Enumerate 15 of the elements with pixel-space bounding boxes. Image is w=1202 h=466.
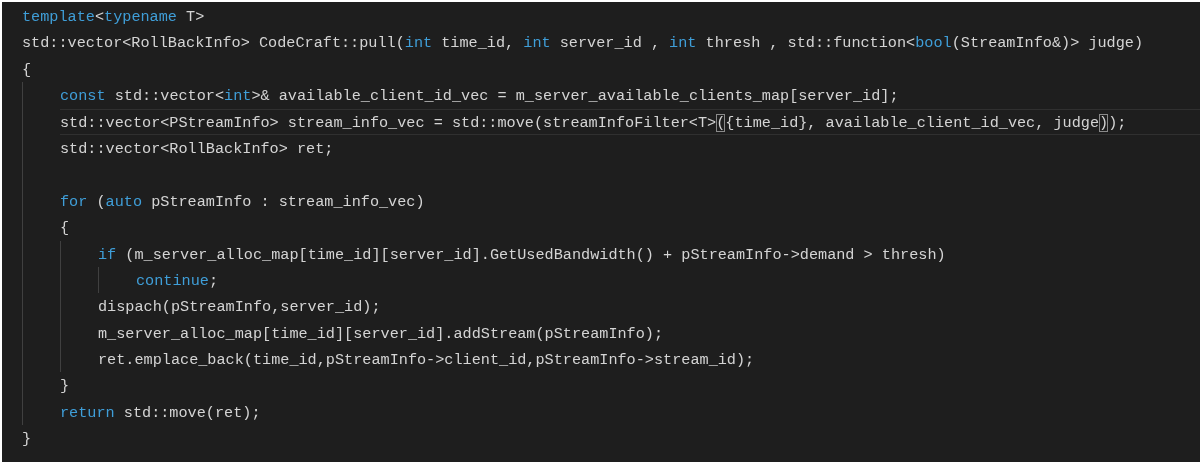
code-line: dispach(pStreamInfo,server_id); — [98, 297, 382, 319]
code-line: } — [22, 429, 33, 451]
code-line: for (auto pStreamInfo : stream_info_vec) — [60, 191, 426, 213]
code-line: m_server_alloc_map[time_id][server_id].addStream(pStreamInfo); — [98, 323, 665, 345]
code-line: template<typename T> — [22, 7, 206, 28]
code-line: { — [60, 218, 71, 240]
code-line: if (m_server_alloc_map[time_id][server_id].GetUsedBandwidth() + pStreamInfo->demand > thresh) — [98, 244, 947, 266]
code-line: std::vector<RollBackInfo> CodeCraft::pull(int time_id, int server_id , int thresh , std::function<bool(StreamInfo&)> judge) — [22, 33, 1145, 55]
code-line: std::vector<RollBackInfo> ret; — [60, 138, 335, 160]
code-line: return std::move(ret); — [60, 402, 262, 424]
code-line: const std::vector<int>& available_client_id_vec = m_server_available_clients_map[server_id]; — [60, 86, 900, 108]
code-line: continue; — [136, 270, 220, 292]
code-line: } — [60, 376, 71, 398]
code-line: ret.emplace_back(time_id,pStreamInfo->client_id,pStreamInfo->stream_id); — [98, 350, 756, 372]
code-line: { — [22, 59, 33, 81]
